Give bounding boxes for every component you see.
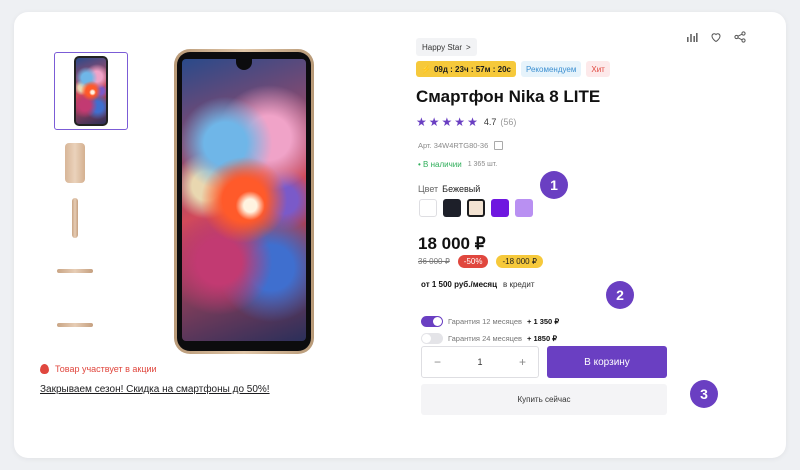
quantity-value[interactable]: 1 — [477, 357, 482, 367]
hit-badge: Хит — [586, 61, 610, 77]
phone-screen-artwork — [182, 59, 306, 341]
phone-front-image — [74, 56, 108, 126]
plus-button[interactable]: + — [519, 355, 526, 369]
swatch-lavender[interactable] — [515, 199, 533, 217]
rating-value: 4.7 — [483, 117, 497, 127]
minus-button[interactable]: − — [434, 355, 441, 369]
discount-amount-badge: -18 000 ₽ — [496, 255, 543, 268]
brand-name: Happy Star — [422, 42, 463, 52]
phone-top-image — [57, 323, 93, 327]
rating-count: (56) — [500, 117, 517, 127]
guarantee-24-toggle[interactable] — [421, 333, 443, 344]
add-to-cart-button[interactable]: В корзину — [547, 346, 667, 378]
marker-1: 1 — [540, 171, 568, 199]
star-icon: ★ — [416, 115, 427, 129]
old-price: 36 000 ₽ — [418, 257, 450, 266]
marker-3: 3 — [690, 380, 718, 408]
flame-icon — [40, 364, 49, 374]
guarantee-12-toggle[interactable] — [421, 316, 443, 327]
recommended-badge: Рекомендуем — [520, 61, 582, 77]
star-icon: ★ — [467, 115, 478, 129]
swatch-black[interactable] — [443, 199, 461, 217]
credit-info[interactable]: от 1 500 руб./месяц в кредит — [421, 280, 534, 289]
rating[interactable]: ★ ★ ★ ★ ★ 4.7 (56) — [416, 116, 516, 128]
lightning-icon: ⚡ — [421, 64, 431, 74]
marker-2: 2 — [606, 281, 634, 309]
phone-back-image — [65, 143, 85, 183]
promo-link[interactable]: Закрываем сезон! Скидка на смартфоны до … — [40, 384, 270, 395]
chevron-right-icon: > — [466, 42, 471, 52]
swatch-white[interactable] — [419, 199, 437, 217]
thumbnail-top[interactable] — [38, 286, 112, 364]
swatch-beige[interactable] — [467, 199, 485, 217]
share-icon[interactable] — [734, 30, 746, 43]
color-label: Цвет Бежевый — [418, 184, 481, 194]
price-details: 36 000 ₽ -50% -18 000 ₽ — [418, 255, 543, 268]
promo-badge: Товар участвует в акции — [40, 364, 157, 374]
sku: Арт. 34W4RTG80-36 — [418, 141, 504, 150]
compare-icon[interactable] — [686, 30, 698, 42]
color-swatches — [419, 199, 533, 217]
heart-icon[interactable] — [710, 30, 722, 43]
discount-percent-badge: -50% — [457, 255, 489, 268]
buy-now-button[interactable]: Купить сейчас — [421, 384, 667, 415]
price: 18 000 ₽ — [418, 234, 486, 253]
stock-status: • В наличии 1 365 шт. — [418, 160, 498, 169]
star-icon: ★ — [454, 115, 466, 129]
swatch-purple[interactable] — [491, 199, 509, 217]
copy-icon[interactable] — [494, 141, 504, 150]
quantity-stepper: − 1 + — [421, 346, 539, 378]
phone-bottom-image — [57, 269, 93, 273]
main-product-image[interactable] — [174, 49, 314, 354]
star-icon: ★ — [441, 115, 453, 129]
guarantee-12[interactable]: Гарантия 12 месяцев + 1 350 ₽ — [421, 316, 559, 327]
product-title: Смартфон Nika 8 LITE — [416, 87, 601, 106]
timer-badge: ⚡ 09д : 23ч : 57м : 20с — [416, 61, 516, 77]
star-icon: ★ — [428, 115, 440, 129]
guarantee-24[interactable]: Гарантия 24 месяцев + 1850 ₽ — [421, 333, 557, 344]
action-icons — [686, 30, 746, 43]
thumbnail-front[interactable] — [54, 52, 128, 130]
selected-color: Бежевый — [442, 184, 481, 194]
brand-chip[interactable]: Happy Star > — [416, 38, 477, 56]
badges-row: ⚡ 09д : 23ч : 57м : 20с Рекомендуем Хит — [416, 61, 610, 77]
